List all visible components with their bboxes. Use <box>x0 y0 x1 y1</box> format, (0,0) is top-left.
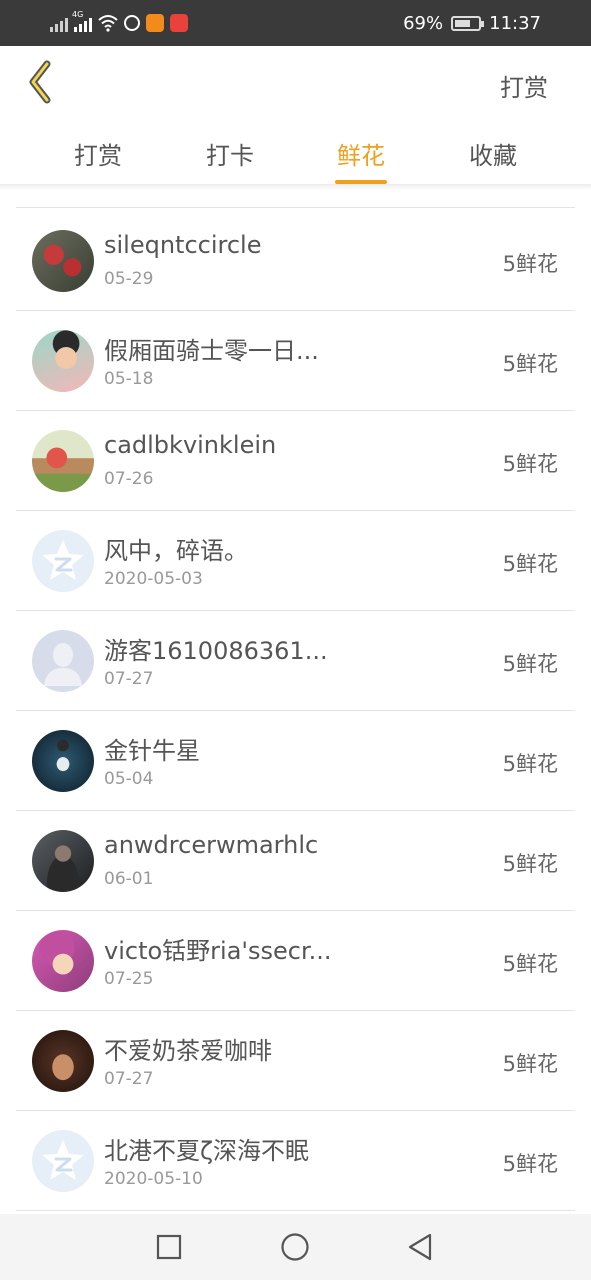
signal-icon-sim2: 4G <box>72 10 92 32</box>
tab-label: 打卡 <box>206 142 254 170</box>
clock-time: 11:37 <box>489 12 541 34</box>
tab-favorites[interactable]: 收藏 <box>453 136 533 171</box>
list-item-username: 风中，碎语。 <box>104 537 248 565</box>
video-app-icon <box>146 14 164 32</box>
chevron-left-icon <box>29 60 51 104</box>
list-item-amount: 5鲜花 <box>502 452 558 476</box>
tab-bar: 打赏 打卡 鲜花 收藏 <box>0 128 591 184</box>
list-item-username: sileqntccircle <box>104 231 262 259</box>
list-item-amount: 5鲜花 <box>502 1152 558 1176</box>
list-item[interactable]: cadlbkvinklein 07-26 5鲜花 <box>16 411 575 511</box>
list-item[interactable]: 北港不夏ζ深海不眠 2020-05-10 5鲜花 <box>16 1111 575 1211</box>
wifi-icon <box>98 15 118 32</box>
list-item-date: 05-18 <box>104 369 154 389</box>
list-item-username: 假厢面骑士零一日... <box>104 337 319 365</box>
list-item-username: 不爱奶茶爱咖啡 <box>104 1037 272 1065</box>
list-item-amount: 5鲜花 <box>502 852 558 876</box>
avatar <box>32 430 94 492</box>
list-item-amount: 5鲜花 <box>502 252 558 276</box>
list-item-date: 05-29 <box>104 269 154 289</box>
recent-apps-button[interactable] <box>154 1232 184 1262</box>
tab-label: 鲜花 <box>337 142 385 170</box>
guest-avatar-icon <box>44 643 82 686</box>
list-item-username: victo铦野ria'ssecr... <box>104 937 332 965</box>
list-item[interactable]: 风中，碎语。 2020-05-03 5鲜花 <box>16 511 575 611</box>
circle-icon <box>281 1233 309 1261</box>
battery-percent: 69% <box>403 12 444 34</box>
status-icons-left: 4G <box>50 10 188 35</box>
avatar <box>32 630 94 692</box>
list-item-date: 2020-05-03 <box>104 569 203 589</box>
list-item-username: 金针牛星 <box>104 737 200 765</box>
avatar <box>32 930 94 992</box>
tab-label: 收藏 <box>469 142 517 170</box>
avatar <box>32 530 94 592</box>
news-app-icon <box>170 14 188 32</box>
list-item[interactable]: 不爱奶茶爱咖啡 07-27 5鲜花 <box>16 1011 575 1111</box>
list-item-username: anwdrcerwmarhlc <box>104 831 319 859</box>
list-item-date: 07-27 <box>104 1069 154 1089</box>
back-button[interactable] <box>18 58 62 106</box>
list-item-date: 07-25 <box>104 969 154 989</box>
signal-icon-sim1 <box>50 14 68 32</box>
system-nav-bar <box>0 1214 591 1280</box>
qq-default-avatar-icon <box>42 540 84 580</box>
list-item-amount: 5鲜花 <box>502 652 558 676</box>
network-type-label: 4G <box>72 10 84 19</box>
battery-icon <box>451 15 485 31</box>
list-item-date: 2020-05-10 <box>104 1169 203 1189</box>
reward-button[interactable]: 打赏 <box>500 68 548 103</box>
list-item-date: 07-26 <box>104 469 154 489</box>
list-item-amount: 5鲜花 <box>502 1052 558 1076</box>
status-bar: 4G 69% 11:37 <box>0 0 591 46</box>
list-item-amount: 5鲜花 <box>502 352 558 376</box>
avatar <box>32 1130 94 1192</box>
status-icons-right: 69% 11:37 <box>403 10 541 36</box>
list-item-date: 05-04 <box>104 769 154 789</box>
tab-reward[interactable]: 打赏 <box>58 136 138 171</box>
list-item-amount: 5鲜花 <box>502 552 558 576</box>
list-item[interactable]: 金针牛星 05-04 5鲜花 <box>16 711 575 811</box>
app-header: 打赏 <box>0 46 591 130</box>
list-item-amount: 5鲜花 <box>502 752 558 776</box>
list-item[interactable]: anwdrcerwmarhlc 06-01 5鲜花 <box>16 811 575 911</box>
triangle-back-icon <box>408 1233 432 1261</box>
tab-flowers[interactable]: 鲜花 <box>321 136 401 184</box>
avatar <box>32 230 94 292</box>
avatar <box>32 1030 94 1092</box>
flower-list[interactable]: 2020-05-09 sileqntccircle05-295鲜花假厢面骑士零一… <box>0 184 591 1214</box>
list-item[interactable]: 假厢面骑士零一日... 05-18 5鲜花 <box>16 311 575 411</box>
nav-back-button[interactable] <box>405 1232 435 1262</box>
list-item[interactable]: victo铦野ria'ssecr... 07-25 5鲜花 <box>16 911 575 1011</box>
avatar <box>32 330 94 392</box>
tab-label: 打赏 <box>74 142 122 170</box>
list-item-amount: 5鲜花 <box>502 952 558 976</box>
home-button[interactable] <box>280 1232 310 1262</box>
avatar <box>32 730 94 792</box>
list-item-date: 07-27 <box>104 669 154 689</box>
sync-icon <box>124 15 140 31</box>
list-item[interactable]: 游客1610086361... 07-27 5鲜花 <box>16 611 575 711</box>
qq-default-avatar-icon <box>42 1140 84 1180</box>
square-icon <box>156 1234 182 1260</box>
list-item-date: 06-01 <box>104 869 154 889</box>
list-item[interactable]: sileqntccircle 05-29 5鲜花 <box>16 211 575 311</box>
avatar <box>32 830 94 892</box>
tab-bar-shadow <box>0 184 591 190</box>
list-item-username: 游客1610086361... <box>104 637 328 665</box>
list-item-username: 北港不夏ζ深海不眠 <box>104 1137 310 1165</box>
list-item-username: cadlbkvinklein <box>104 431 277 459</box>
tab-checkin[interactable]: 打卡 <box>190 136 270 171</box>
